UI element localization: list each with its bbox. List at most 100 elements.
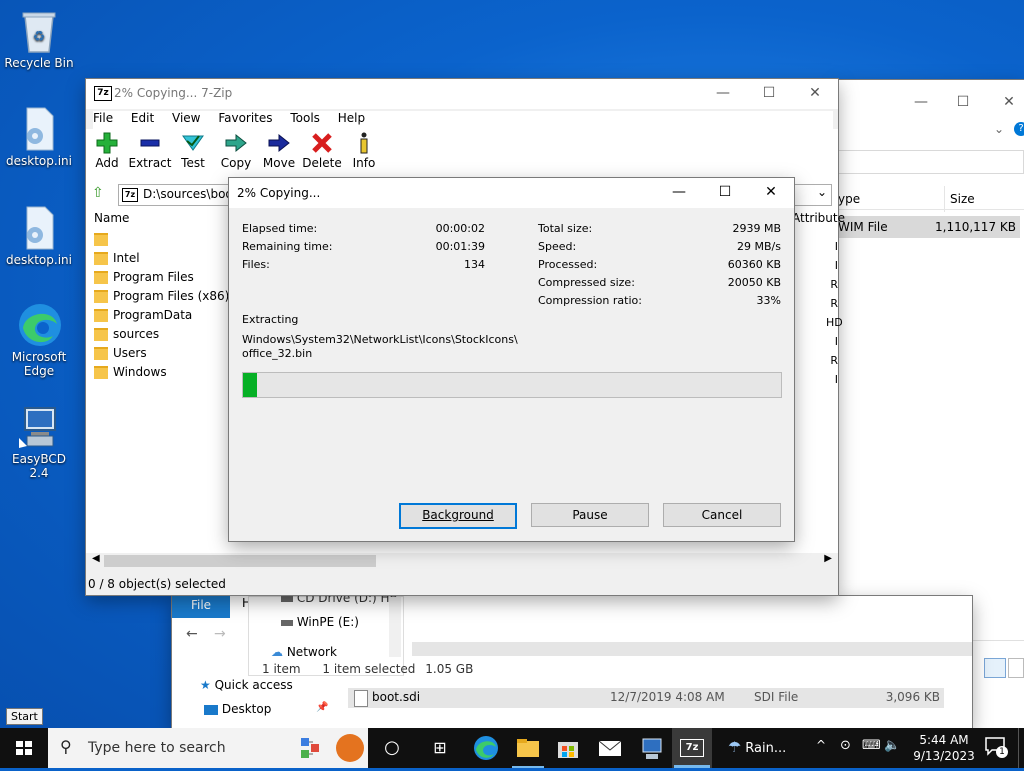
file-row-selected[interactable]: WIM File 1,110,117 KB	[838, 216, 1020, 238]
chevron-down-icon[interactable]: ⌄	[994, 122, 1004, 136]
list-item[interactable]: Windows	[94, 363, 167, 382]
store-taskbar-icon[interactable]	[548, 734, 588, 762]
menu-edit[interactable]: Edit	[131, 111, 154, 125]
menu-file[interactable]: File	[93, 111, 113, 125]
ribbon-file-tab[interactable]: File	[172, 596, 230, 618]
delete-button[interactable]: Delete	[300, 132, 344, 170]
network-status-icon[interactable]: ⌨	[862, 738, 881, 753]
help-icon[interactable]: ?	[1014, 122, 1024, 136]
file-explorer-taskbar-icon[interactable]	[508, 734, 548, 768]
test-button[interactable]: Test	[171, 132, 215, 170]
tree-scrollbar[interactable]	[389, 597, 401, 657]
back-arrow-icon[interactable]: ←	[186, 626, 198, 642]
edge-taskbar-icon[interactable]	[466, 734, 506, 762]
minimize-icon[interactable]: —	[898, 88, 944, 116]
list-item[interactable]: Program Files	[94, 268, 194, 287]
search-box[interactable]	[838, 150, 1024, 174]
search-box[interactable]: ⚲ Type here to search	[48, 728, 368, 768]
desktop-ini-shortcut[interactable]: desktop.ini	[2, 106, 76, 168]
recycle-bin-shortcut[interactable]: ♻ Recycle Bin	[2, 8, 76, 70]
folder-icon	[94, 347, 108, 360]
chevron-down-icon[interactable]: ⌄	[817, 185, 827, 199]
up-folder-icon[interactable]: ⇧	[92, 185, 104, 201]
search-highlight-icon[interactable]	[300, 734, 330, 762]
total-size-label: Total size:	[538, 222, 593, 235]
column-name[interactable]: Name	[94, 211, 129, 225]
list-item[interactable]: Program Files (x86)	[94, 287, 229, 306]
horizontal-scrollbar[interactable]: ◀ ▶	[86, 553, 838, 569]
elapsed-time-label: Elapsed time:	[242, 222, 318, 235]
info-icon	[360, 132, 368, 154]
scroll-right-icon[interactable]: ▶	[824, 553, 832, 564]
background-button[interactable]: Background	[399, 503, 517, 529]
menu-help[interactable]: Help	[338, 111, 365, 125]
column-attributes[interactable]: Attribute	[792, 211, 845, 225]
list-item[interactable]: Intel	[94, 249, 140, 268]
widgets-icon[interactable]: ⊞	[420, 734, 460, 762]
maximize-icon[interactable]: ☐	[746, 79, 792, 107]
column-size[interactable]: Size	[950, 192, 975, 206]
network-item[interactable]: ☁ Network	[271, 645, 337, 659]
forward-arrow-icon[interactable]: →	[214, 626, 226, 642]
close-icon[interactable]: ✕	[792, 79, 838, 107]
desktop-nav-item[interactable]: Desktop	[204, 702, 271, 716]
add-button[interactable]: Add	[85, 132, 129, 170]
start-button[interactable]	[0, 728, 48, 768]
easybcd-taskbar-icon[interactable]	[632, 734, 672, 762]
show-hidden-icons-icon[interactable]: ^	[816, 738, 826, 752]
maximize-icon[interactable]: ☐	[702, 178, 748, 206]
details-view-icon[interactable]	[984, 658, 1006, 678]
sevenzip-taskbar-icon[interactable]: 7z	[672, 728, 712, 768]
menu-view[interactable]: View	[172, 111, 200, 125]
weather-widget[interactable]: ☂ Rain...	[728, 738, 786, 756]
pause-button[interactable]: Pause	[531, 503, 649, 527]
close-icon[interactable]: ✕	[986, 88, 1024, 116]
info-button[interactable]: Info	[342, 132, 386, 170]
desktop-folder-icon	[204, 704, 218, 715]
basketball-icon[interactable]	[336, 734, 364, 762]
pin-icon[interactable]: 📌	[316, 702, 328, 713]
menu-favorites[interactable]: Favorites	[218, 111, 272, 125]
list-item[interactable]: Users	[94, 344, 147, 363]
move-button[interactable]: Move	[257, 132, 301, 170]
desktop-icon-label: Recycle Bin	[4, 56, 74, 70]
minimize-icon[interactable]: —	[700, 79, 746, 107]
edge-shortcut[interactable]: Microsoft Edge	[2, 302, 76, 378]
folder-icon	[94, 271, 108, 284]
winpe-drive-item[interactable]: WinPE (E:)	[281, 615, 359, 629]
extract-button[interactable]: Extract	[128, 132, 172, 170]
clock[interactable]: 5:44 AM 9/13/2023	[904, 732, 984, 764]
horizontal-scrollbar[interactable]	[412, 642, 972, 656]
remaining-time-label: Remaining time:	[242, 240, 333, 253]
notification-center-icon[interactable]: 1	[984, 736, 1008, 760]
elapsed-time-value: 00:00:02	[435, 222, 485, 235]
show-desktop-button[interactable]	[1018, 728, 1024, 768]
maximize-icon[interactable]: ☐	[940, 88, 986, 116]
menu-tools[interactable]: Tools	[290, 111, 320, 125]
path-text: D:\sources\boot	[143, 187, 238, 201]
test-icon	[182, 135, 204, 151]
minimize-icon[interactable]: —	[656, 178, 702, 206]
easybcd-shortcut[interactable]: EasyBCD 2.4	[2, 404, 76, 480]
quick-access-item[interactable]: ★ Quick access	[200, 678, 293, 692]
search-placeholder: Type here to search	[88, 740, 226, 756]
task-view-icon[interactable]: ○	[372, 734, 412, 762]
list-item[interactable]	[94, 230, 113, 249]
list-item[interactable]: ProgramData	[94, 306, 192, 325]
mail-taskbar-icon[interactable]	[590, 734, 630, 762]
scroll-thumb[interactable]	[104, 555, 376, 567]
desktop-ini-shortcut-2[interactable]: desktop.ini	[2, 205, 76, 267]
meet-now-icon[interactable]: ⊙	[840, 738, 851, 753]
close-icon[interactable]: ✕	[748, 178, 794, 206]
dialog-title-bar: 2% Copying... — ☐ ✕	[229, 178, 794, 208]
network-icon: ☁	[271, 645, 283, 659]
copy-button[interactable]: Copy	[214, 132, 258, 170]
column-type[interactable]: ype	[838, 192, 860, 206]
scroll-left-icon[interactable]: ◀	[92, 553, 100, 564]
volume-muted-icon[interactable]: 🔈	[884, 738, 900, 753]
list-item[interactable]: sources	[94, 325, 159, 344]
large-icons-view-icon[interactable]	[1008, 658, 1024, 678]
cancel-button[interactable]: Cancel	[663, 503, 781, 527]
start-tooltip: Start	[6, 708, 43, 725]
boot-sdi-row[interactable]: boot.sdi 12/7/2019 4:08 AM SDI File 3,09…	[348, 688, 944, 708]
